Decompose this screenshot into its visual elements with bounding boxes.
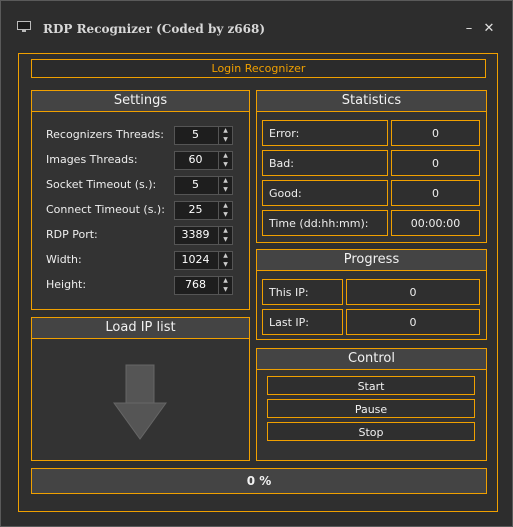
stat-value-error: 0 xyxy=(391,120,480,146)
setting-label: RDP Port: xyxy=(46,228,98,241)
spin-up-icon[interactable]: ▲ xyxy=(219,202,232,210)
progress-label-this-ip: This IP: xyxy=(262,279,343,305)
spin-up-icon[interactable]: ▲ xyxy=(219,252,232,260)
spinner-buttons: ▲ ▼ xyxy=(218,127,232,144)
setting-row-connect-timeout: Connect Timeout (s.): 25 ▲ ▼ xyxy=(46,201,236,220)
spinner-value[interactable]: 3389 xyxy=(175,228,216,241)
statistics-title: Statistics xyxy=(257,91,486,112)
stat-label-error: Error: xyxy=(262,120,388,146)
progress-value-last-ip: 0 xyxy=(346,309,480,335)
spin-down-icon[interactable]: ▼ xyxy=(219,261,232,269)
title-bar[interactable]: RDP Recognizer (Coded by z668) – ✕ xyxy=(1,1,512,37)
stop-button[interactable]: Stop xyxy=(267,422,475,441)
setting-row-socket-timeout: Socket Timeout (s.): 5 ▲ ▼ xyxy=(46,176,236,195)
setting-row-rdp-port: RDP Port: 3389 ▲ ▼ xyxy=(46,226,236,245)
progress-label-last-ip: Last IP: xyxy=(262,309,343,335)
spinner-value[interactable]: 25 xyxy=(175,203,216,216)
app-window: RDP Recognizer (Coded by z668) – ✕ Login… xyxy=(0,0,513,527)
spin-up-icon[interactable]: ▲ xyxy=(219,127,232,135)
settings-title: Settings xyxy=(32,91,249,112)
control-title: Control xyxy=(257,349,486,370)
settings-panel: Settings Recognizers Threads: 5 ▲ ▼ Imag… xyxy=(31,90,250,310)
login-recognizer-banner[interactable]: Login Recognizer xyxy=(31,59,486,78)
images-threads-spinner[interactable]: 60 ▲ ▼ xyxy=(174,151,233,170)
setting-label: Width: xyxy=(46,253,82,266)
spin-up-icon[interactable]: ▲ xyxy=(219,277,232,285)
progress-value-this-ip: 0 xyxy=(346,279,480,305)
setting-label: Socket Timeout (s.): xyxy=(46,178,157,191)
setting-row-recognizers-threads: Recognizers Threads: 5 ▲ ▼ xyxy=(46,126,236,145)
rdp-port-spinner[interactable]: 3389 ▲ ▼ xyxy=(174,226,233,245)
stat-label-time: Time (dd:hh:mm): xyxy=(262,210,388,236)
setting-label: Height: xyxy=(46,278,87,291)
setting-row-height: Height: 768 ▲ ▼ xyxy=(46,276,236,295)
start-button[interactable]: Start xyxy=(267,376,475,395)
overall-progress-bar: 0 % xyxy=(31,468,487,494)
connect-timeout-spinner[interactable]: 25 ▲ ▼ xyxy=(174,201,233,220)
spinner-value[interactable]: 768 xyxy=(175,278,216,291)
stat-value-bad: 0 xyxy=(391,150,480,176)
socket-timeout-spinner[interactable]: 5 ▲ ▼ xyxy=(174,176,233,195)
spin-down-icon[interactable]: ▼ xyxy=(219,286,232,294)
down-arrow-icon[interactable] xyxy=(112,363,168,441)
stat-value-good: 0 xyxy=(391,180,480,206)
progress-title: Progress xyxy=(257,250,486,271)
spinner-value[interactable]: 1024 xyxy=(175,253,216,266)
spin-up-icon[interactable]: ▲ xyxy=(219,177,232,185)
spinner-value[interactable]: 5 xyxy=(175,128,216,141)
main-content: Login Recognizer Settings Recognizers Th… xyxy=(18,53,498,512)
load-ip-title: Load IP list xyxy=(32,318,249,339)
setting-label: Connect Timeout (s.): xyxy=(46,203,165,216)
pause-button[interactable]: Pause xyxy=(267,399,475,418)
minimize-button[interactable]: – xyxy=(461,21,477,37)
recognizers-threads-spinner[interactable]: 5 ▲ ▼ xyxy=(174,126,233,145)
stat-label-bad: Bad: xyxy=(262,150,388,176)
setting-row-images-threads: Images Threads: 60 ▲ ▼ xyxy=(46,151,236,170)
spin-up-icon[interactable]: ▲ xyxy=(219,152,232,160)
spinner-buttons: ▲ ▼ xyxy=(218,177,232,194)
spinner-value[interactable]: 5 xyxy=(175,178,216,191)
progress-panel: Progress This IP: 0 Last IP: 0 xyxy=(256,249,487,340)
spinner-buttons: ▲ ▼ xyxy=(218,277,232,294)
monitor-icon xyxy=(17,21,31,32)
load-ip-panel[interactable]: Load IP list xyxy=(31,317,250,461)
window-title: RDP Recognizer (Coded by z668) xyxy=(43,22,266,36)
stat-value-time: 00:00:00 xyxy=(391,210,480,236)
spin-up-icon[interactable]: ▲ xyxy=(219,227,232,235)
spinner-value[interactable]: 60 xyxy=(175,153,216,166)
progress-percent-text: 0 % xyxy=(246,474,272,488)
setting-label: Images Threads: xyxy=(46,153,138,166)
spinner-buttons: ▲ ▼ xyxy=(218,252,232,269)
spin-down-icon[interactable]: ▼ xyxy=(219,161,232,169)
spin-down-icon[interactable]: ▼ xyxy=(219,211,232,219)
spinner-buttons: ▲ ▼ xyxy=(218,202,232,219)
spin-down-icon[interactable]: ▼ xyxy=(219,236,232,244)
height-spinner[interactable]: 768 ▲ ▼ xyxy=(174,276,233,295)
control-panel: Control Start Pause Stop xyxy=(256,348,487,461)
width-spinner[interactable]: 1024 ▲ ▼ xyxy=(174,251,233,270)
setting-row-width: Width: 1024 ▲ ▼ xyxy=(46,251,236,270)
setting-label: Recognizers Threads: xyxy=(46,128,164,141)
spinner-buttons: ▲ ▼ xyxy=(218,227,232,244)
statistics-panel: Statistics Error: 0 Bad: 0 Good: 0 Time … xyxy=(256,90,487,243)
spinner-buttons: ▲ ▼ xyxy=(218,152,232,169)
close-button[interactable]: ✕ xyxy=(481,21,497,37)
spin-down-icon[interactable]: ▼ xyxy=(219,186,232,194)
stat-label-good: Good: xyxy=(262,180,388,206)
spin-down-icon[interactable]: ▼ xyxy=(219,136,232,144)
